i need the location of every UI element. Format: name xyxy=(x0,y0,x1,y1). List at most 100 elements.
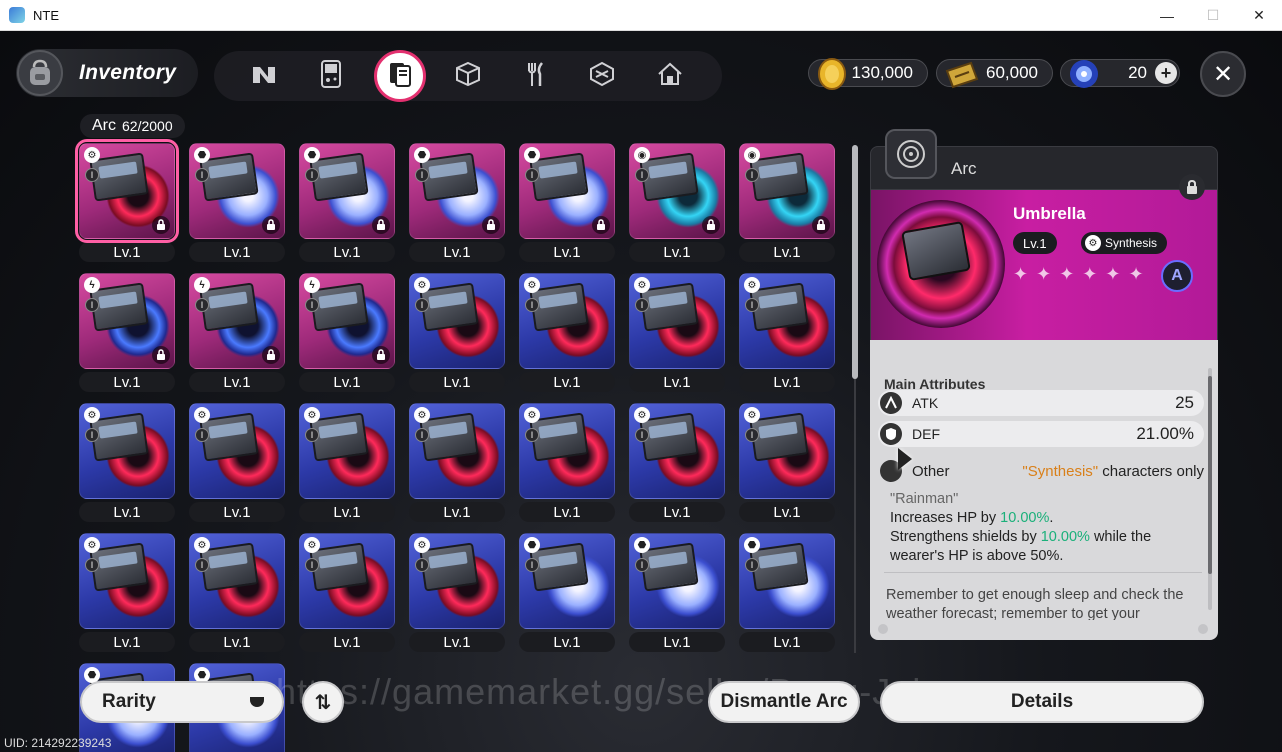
lock-icon xyxy=(812,216,830,234)
arc-item[interactable]: ⚙ I Lv.1 xyxy=(189,403,287,522)
grid-scroll-thumb[interactable] xyxy=(852,145,858,379)
arc-item[interactable]: ⬣ILv.1 xyxy=(739,533,837,652)
arc-item[interactable]: ◉ I Lv.1 xyxy=(629,143,727,262)
arc-item[interactable]: ⬣ILv.1 xyxy=(629,533,727,652)
arc-item[interactable]: ⬣ILv.1 xyxy=(519,143,617,262)
rank-badge: I xyxy=(745,428,759,442)
rank-badge: I xyxy=(415,168,429,182)
arc-item[interactable]: ⚙ I Lv.1 xyxy=(739,273,837,392)
arc-item-card[interactable]: ◉ I xyxy=(739,143,835,239)
tab-food[interactable] xyxy=(514,54,558,98)
arc-item-card[interactable]: ⚙ I xyxy=(79,403,175,499)
arc-item-card[interactable]: ⬣I xyxy=(519,143,615,239)
arc-item-card[interactable]: ⚙ I xyxy=(409,403,505,499)
arc-item[interactable]: ⚙ I Lv.1 xyxy=(79,403,177,522)
gear-icon: ⚙ xyxy=(84,537,100,553)
arc-item-card[interactable]: ⬣I xyxy=(629,533,725,629)
arc-item-level: Lv.1 xyxy=(519,502,615,522)
arc-item-card[interactable]: ⬣I xyxy=(519,533,615,629)
arc-item-card[interactable]: ⬣I xyxy=(299,143,395,239)
sort-order-button[interactable]: ⇅ xyxy=(302,681,344,723)
arc-item[interactable]: ⚙ I Lv.1 xyxy=(299,403,397,522)
rank-badge: I xyxy=(195,558,209,572)
arc-item[interactable]: ⚙ I Lv.1 xyxy=(409,273,507,392)
maximize-button[interactable]: ☐ xyxy=(1190,0,1236,31)
arc-item[interactable]: ⚙ I Lv.1 xyxy=(629,403,727,522)
arc-item-card[interactable]: ⚙ I xyxy=(519,273,615,369)
arc-item-card[interactable]: ⚙ I xyxy=(189,403,285,499)
currency-crystal: 20 + xyxy=(1060,59,1180,88)
detail-scroll-thumb[interactable] xyxy=(1208,376,1212,574)
n-logo-icon xyxy=(251,63,277,90)
page-title: Inventory xyxy=(79,61,177,84)
arc-item-card[interactable]: ⬣I xyxy=(409,143,505,239)
arc-item[interactable]: ⚙ I Lv.1 xyxy=(629,273,727,392)
arc-item-card[interactable]: ⚙ I xyxy=(739,273,835,369)
swirl-icon: ◉ xyxy=(744,147,760,163)
attribute-value: 25 xyxy=(1175,393,1194,412)
dismantle-arc-button[interactable]: Dismantle Arc xyxy=(708,681,860,723)
arc-item[interactable]: ϟ I Lv.1 xyxy=(299,273,397,392)
backpack-icon xyxy=(17,50,63,96)
lock-toggle-button[interactable] xyxy=(1179,174,1205,200)
shield-icon: ⬣ xyxy=(744,537,760,553)
arc-item[interactable]: ϟ I Lv.1 xyxy=(189,273,287,392)
tab-furniture[interactable] xyxy=(648,54,692,98)
close-window-button[interactable]: ✕ xyxy=(1236,0,1282,31)
arc-item[interactable]: ⚙ I Lv.1 xyxy=(79,533,177,652)
arc-item[interactable]: ⚙ I Lv.1 xyxy=(519,403,617,522)
add-crystal-button[interactable]: + xyxy=(1155,62,1177,84)
arc-item[interactable]: ⬣I Lv.1 xyxy=(299,143,397,262)
arc-item[interactable]: ⚙ I Lv.1 xyxy=(299,533,397,652)
arc-item-card[interactable]: ◉ I xyxy=(629,143,725,239)
tab-items[interactable] xyxy=(446,54,490,98)
details-button[interactable]: Details xyxy=(880,681,1204,723)
arc-item[interactable]: ⬣ILv.1 xyxy=(409,143,507,262)
arc-item-card[interactable]: ⚙ I xyxy=(299,403,395,499)
arc-item-card[interactable]: ⚙ I xyxy=(299,533,395,629)
arc-item-level: Lv.1 xyxy=(79,242,175,262)
arc-item-card[interactable]: ⚙ I xyxy=(629,273,725,369)
close-inventory-button[interactable]: ✕ xyxy=(1200,51,1246,97)
gear-icon: ⚙ xyxy=(304,407,320,423)
arc-item-card[interactable]: ⚙ I xyxy=(629,403,725,499)
arc-item-card[interactable]: ⚙ I xyxy=(409,533,505,629)
grid-scrollbar[interactable] xyxy=(852,139,858,659)
arc-item-card[interactable]: ⚙ I xyxy=(79,533,175,629)
arc-item[interactable]: ⬣ILv.1 xyxy=(189,143,287,262)
requirement-highlight: "Synthesis" xyxy=(1022,462,1099,480)
rarity-sort-select[interactable]: Rarity xyxy=(80,681,284,723)
arc-item-card[interactable]: ⚙ I xyxy=(189,533,285,629)
minimize-button[interactable]: — xyxy=(1144,0,1190,31)
arc-item-card[interactable]: ⚙ I xyxy=(409,273,505,369)
arc-item[interactable]: ϟ I Lv.1 xyxy=(79,273,177,392)
tab-materials[interactable] xyxy=(242,54,286,98)
arc-item-card[interactable]: ϟI xyxy=(189,273,285,369)
arc-item[interactable]: ⬣ILv.1 xyxy=(519,533,617,652)
arc-item-card[interactable]: ⬣I xyxy=(189,143,285,239)
tab-gifts[interactable] xyxy=(580,54,624,98)
ticket-icon xyxy=(943,57,979,91)
tab-arc[interactable] xyxy=(374,50,426,102)
arc-item-card[interactable]: ⚙ I xyxy=(739,403,835,499)
arc-item[interactable]: ⚙ I Lv.1 xyxy=(189,533,287,652)
arc-item[interactable]: ⚙ I Lv.1 xyxy=(409,533,507,652)
tab-devices[interactable] xyxy=(309,54,353,98)
fork-knife-icon xyxy=(524,61,548,92)
arc-item[interactable]: ◉ I Lv.1 xyxy=(739,143,837,262)
arc-item-card[interactable]: ⚙ I xyxy=(75,139,179,243)
arc-item[interactable]: ⚙ I Lv.1 xyxy=(75,139,179,262)
arc-item-card[interactable]: ϟI xyxy=(79,273,175,369)
app-icon xyxy=(9,7,25,23)
arc-item-card[interactable]: ϟI xyxy=(299,273,395,369)
detail-scrollbar[interactable] xyxy=(1208,368,1212,610)
bolt-icon: ϟ xyxy=(84,277,100,293)
arc-item-card[interactable]: ⬣I xyxy=(739,533,835,629)
arc-item[interactable]: ⚙ I Lv.1 xyxy=(409,403,507,522)
rank-badge: I xyxy=(305,168,319,182)
arc-item-level: Lv.1 xyxy=(299,242,395,262)
close-icon: ✕ xyxy=(1212,60,1234,88)
arc-item[interactable]: ⚙ I Lv.1 xyxy=(519,273,617,392)
arc-item[interactable]: ⚙ I Lv.1 xyxy=(739,403,837,522)
arc-item-card[interactable]: ⚙ I xyxy=(519,403,615,499)
